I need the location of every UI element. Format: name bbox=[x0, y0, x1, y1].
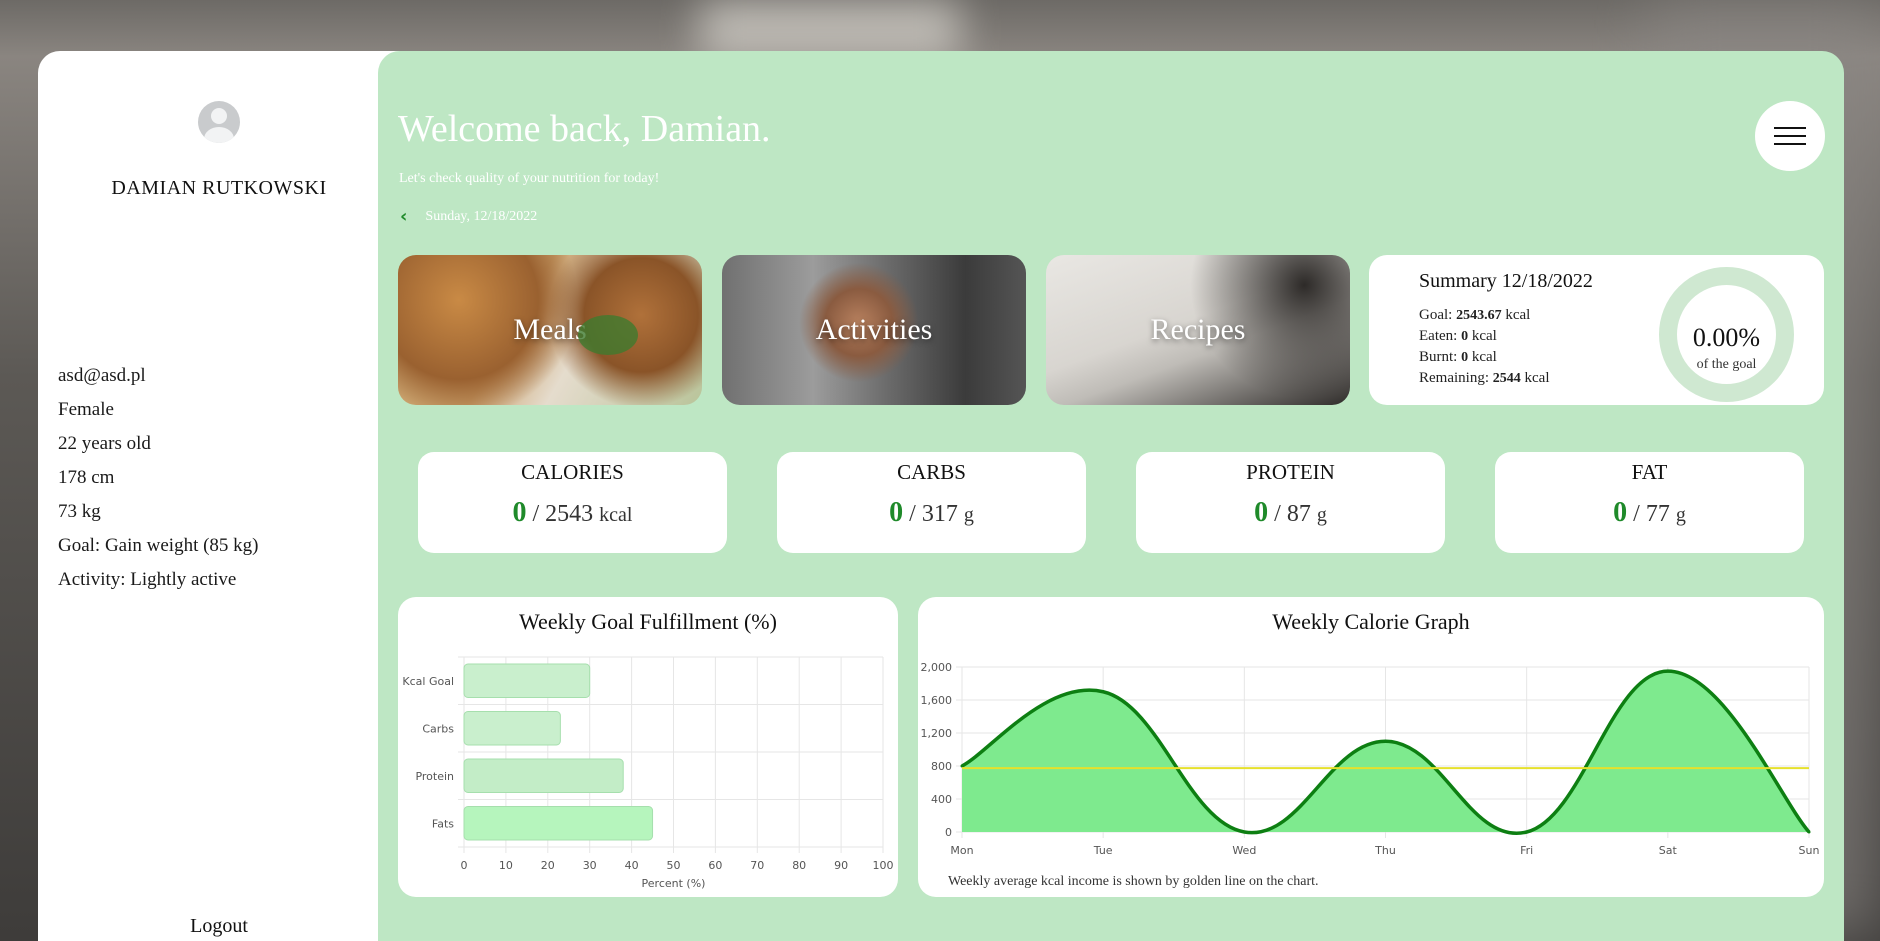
bar bbox=[463, 806, 654, 841]
tick-label: 0 bbox=[461, 859, 468, 872]
tick-label: 0 bbox=[945, 826, 952, 839]
recipes-tile-label: Recipes bbox=[1150, 313, 1246, 346]
data-point bbox=[1525, 830, 1529, 834]
chart-note: Weekly average kcal income is shown by g… bbox=[948, 874, 1319, 889]
tick-label: Sun bbox=[1799, 844, 1820, 857]
tick-label: 800 bbox=[931, 760, 952, 773]
macro-value: 0 / 87 g bbox=[1254, 497, 1327, 528]
macro-value: 0 / 2543 kcal bbox=[512, 497, 633, 528]
tick-label: 40 bbox=[625, 859, 639, 872]
category-label: Carbs bbox=[422, 722, 454, 735]
axis-label: Percent (%) bbox=[642, 877, 706, 890]
hamburger-icon bbox=[1774, 127, 1806, 129]
tick-label: 2,000 bbox=[921, 661, 953, 674]
page-subtitle: Let's check quality of your nutrition fo… bbox=[399, 171, 660, 186]
tick-label: Mon bbox=[950, 844, 973, 857]
menu-button[interactable] bbox=[1755, 101, 1825, 171]
tick-label: 20 bbox=[541, 859, 555, 872]
tick-label: 1,600 bbox=[921, 694, 953, 707]
profile-gender: Female bbox=[58, 399, 114, 420]
tick-label: Fri bbox=[1520, 844, 1533, 857]
summary-remaining: Remaining: 2544 kcal bbox=[1419, 370, 1550, 386]
profile-details: asd@asd.pl Female 22 years old 178 cm 73… bbox=[58, 359, 259, 597]
profile-age: 22 years old bbox=[58, 433, 151, 454]
weekly-goal-chart: 0 10 20 30 40 50 60 70 80 90 100 Kcal Goal Carbs Prot… bbox=[402, 656, 894, 890]
activities-tile[interactable]: Activities bbox=[722, 255, 1026, 405]
profile-sidebar: DAMIAN RUTKOWSKI asd@asd.pl Female 22 ye… bbox=[38, 51, 400, 941]
bar bbox=[463, 758, 624, 793]
fat-card: FAT 0 / 77 g bbox=[1495, 452, 1804, 553]
meals-tile[interactable]: Meals bbox=[398, 255, 702, 405]
hamburger-icon bbox=[1774, 135, 1806, 137]
tick-label: 400 bbox=[931, 793, 952, 806]
category-label: Protein bbox=[415, 770, 454, 783]
profile-height: 178 cm bbox=[58, 467, 115, 488]
tick-label: Tue bbox=[1093, 844, 1113, 857]
profile-activity: Activity: Lightly active bbox=[58, 569, 237, 590]
macro-name: CARBS bbox=[897, 460, 966, 484]
category-label: Kcal Goal bbox=[402, 675, 454, 688]
chevron-left-icon[interactable]: ‹ bbox=[400, 206, 407, 227]
weekly-calorie-chart-card: Weekly Calorie Graph 0 400 800 1,200 1,600 2,… bbox=[918, 597, 1824, 897]
tick-label: 60 bbox=[708, 859, 722, 872]
date-navigator: ‹ Sunday, 12/18/2022 bbox=[400, 206, 537, 227]
data-point bbox=[960, 764, 964, 768]
tick-label: Thu bbox=[1374, 844, 1396, 857]
current-date: Sunday, 12/18/2022 bbox=[425, 208, 538, 224]
tick-label: 80 bbox=[792, 859, 806, 872]
dashboard-main: Welcome back, Damian. Let's check qualit… bbox=[378, 51, 1844, 941]
data-point bbox=[1666, 669, 1670, 673]
goal-percent: 0.00% bbox=[1692, 323, 1761, 352]
protein-card: PROTEIN 0 / 87 g bbox=[1136, 452, 1445, 553]
summary-goal: Goal: 2543.67 kcal bbox=[1419, 307, 1531, 323]
tick-label: 30 bbox=[583, 859, 597, 872]
logout-button[interactable]: Logout bbox=[38, 915, 400, 941]
profile-email: asd@asd.pl bbox=[58, 365, 146, 386]
calories-card: CALORIES 0 / 2543 kcal bbox=[418, 452, 727, 553]
weekly-calorie-chart: 0 400 800 1,200 1,600 2,000 Mon Tue Wed Thu Fri Sat… bbox=[921, 661, 1820, 857]
profile-weight: 73 kg bbox=[58, 501, 101, 522]
profile-goal: Goal: Gain weight (85 kg) bbox=[58, 535, 259, 556]
bar bbox=[463, 663, 591, 698]
recipes-tile[interactable]: Recipes bbox=[1046, 255, 1350, 405]
user-name: DAMIAN RUTKOWSKI bbox=[111, 177, 327, 199]
activities-tile-label: Activities bbox=[815, 313, 933, 346]
tick-label: 1,200 bbox=[921, 727, 953, 740]
category-label: Fats bbox=[432, 817, 454, 830]
avatar-icon bbox=[198, 101, 240, 143]
data-point bbox=[1384, 739, 1387, 743]
summary-burnt: Burnt: 0 kcal bbox=[1419, 349, 1497, 365]
data-point bbox=[1807, 830, 1811, 834]
summary-lines: Goal: 2543.67 kcal Eaten: 0 kcal Burnt: … bbox=[1419, 305, 1549, 389]
data-point bbox=[1242, 830, 1246, 834]
goal-percent-caption: of the goal bbox=[1696, 357, 1757, 372]
macro-name: CALORIES bbox=[521, 460, 624, 484]
bar bbox=[463, 711, 561, 746]
weekly-goal-chart-card: Weekly Goal Fulfillment (%) 0 10 20 30 40 50 6… bbox=[398, 597, 898, 897]
goal-progress-ring: 0.00% of the goal bbox=[1659, 267, 1794, 402]
macro-name: FAT bbox=[1631, 460, 1668, 484]
tick-label: 50 bbox=[667, 859, 681, 872]
page-title: Welcome back, Damian. bbox=[398, 108, 771, 150]
carbs-card: CARBS 0 / 317 g bbox=[777, 452, 1086, 553]
summary-card: Summary 12/18/2022 Goal: 2543.67 kcal Ea… bbox=[1369, 255, 1824, 405]
tick-label: 90 bbox=[834, 859, 848, 872]
summary-eaten: Eaten: 0 kcal bbox=[1419, 328, 1497, 344]
tick-label: Wed bbox=[1232, 844, 1256, 857]
tick-label: 10 bbox=[499, 859, 513, 872]
hamburger-icon bbox=[1774, 143, 1806, 145]
macro-name: PROTEIN bbox=[1246, 460, 1335, 484]
macro-value: 0 / 317 g bbox=[889, 497, 974, 528]
data-point bbox=[1101, 690, 1105, 694]
summary-title: Summary 12/18/2022 bbox=[1419, 270, 1593, 292]
tick-label: Sat bbox=[1659, 844, 1678, 857]
tick-label: 100 bbox=[873, 859, 894, 872]
meals-tile-label: Meals bbox=[513, 313, 587, 346]
tick-label: 70 bbox=[750, 859, 764, 872]
macro-value: 0 / 77 g bbox=[1613, 497, 1686, 528]
